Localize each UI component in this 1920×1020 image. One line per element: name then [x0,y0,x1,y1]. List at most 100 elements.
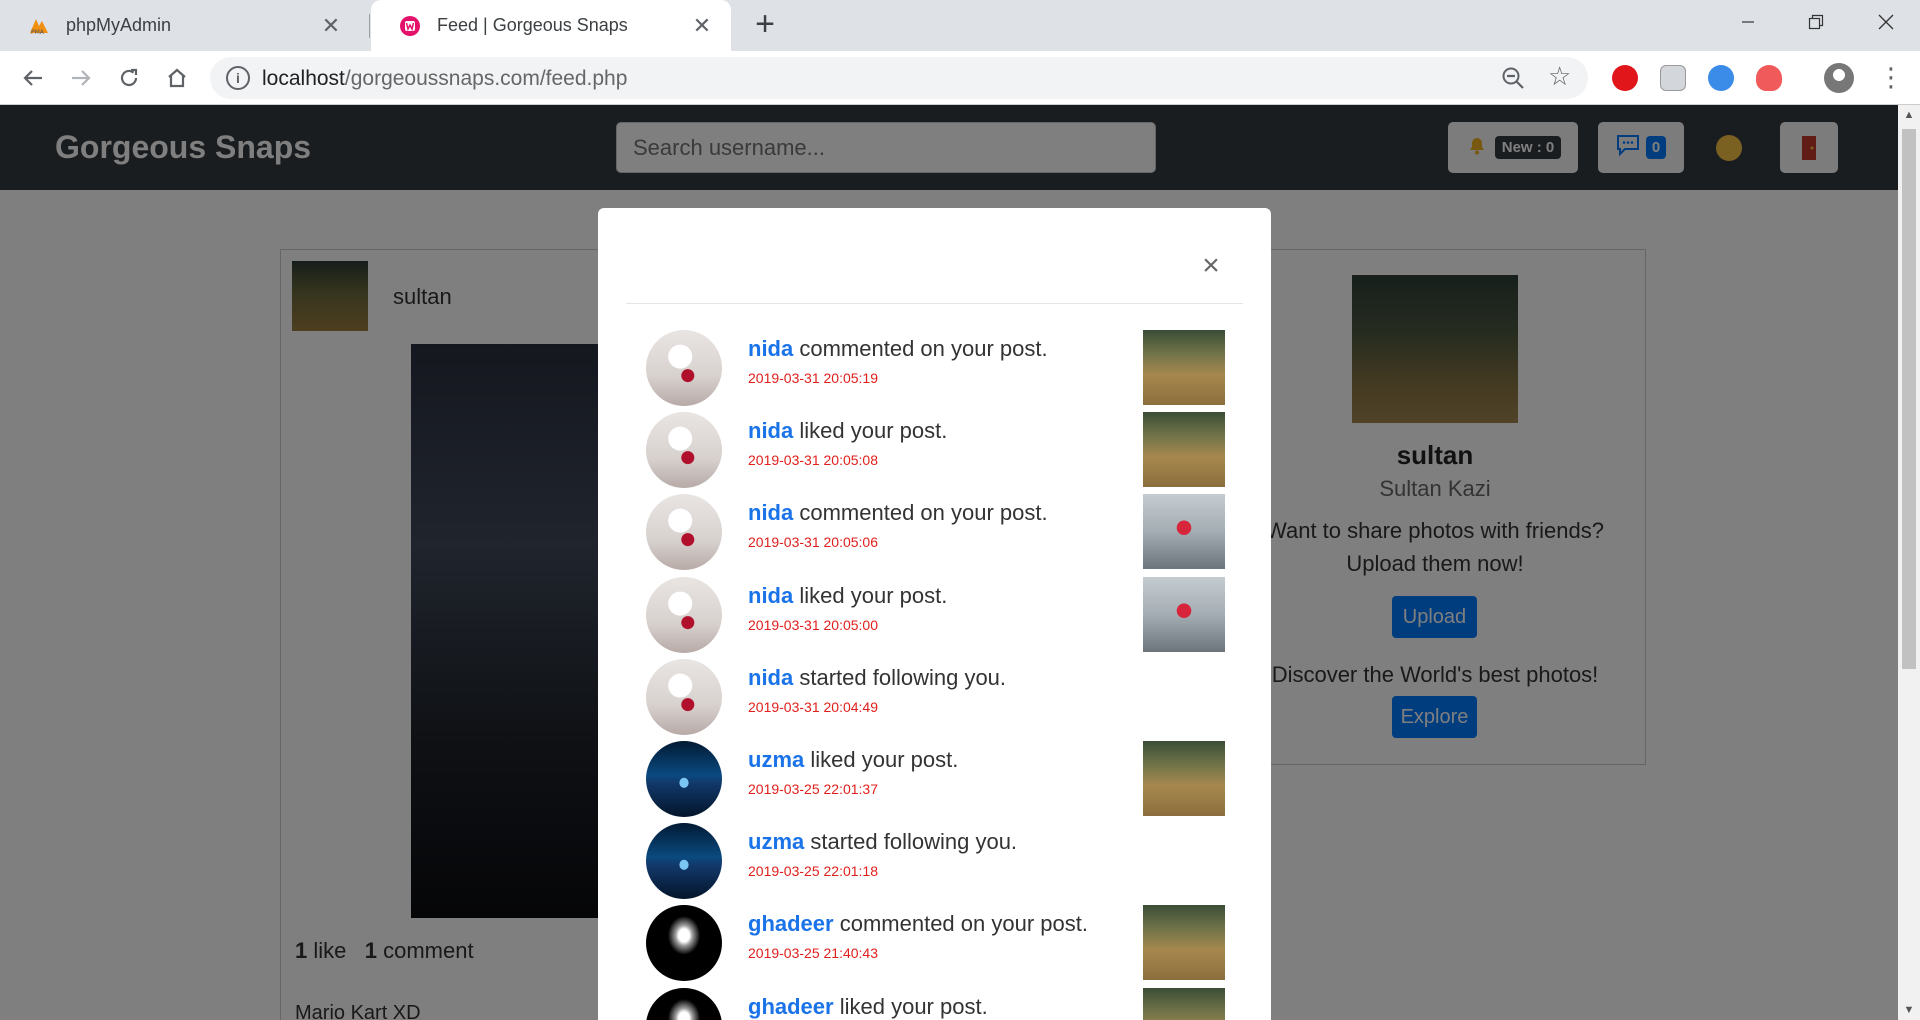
notification-avatar[interactable] [646,987,722,1020]
notification-username[interactable]: nida [748,336,793,361]
bookmark-star-icon[interactable]: ☆ [1548,61,1571,92]
notification-item[interactable]: nida commented on your post. 2019-03-31 2… [646,494,1246,571]
browser-menu-icon[interactable]: ⋮ [1878,63,1904,91]
notification-username[interactable]: nida [748,500,793,525]
tab-separator [369,14,370,38]
scroll-up-arrow-icon[interactable]: ▲ [1898,105,1920,125]
browser-toolbar: i localhost/gorgeoussnaps.com/feed.php ☆… [0,51,1920,105]
notification-text: nida commented on your post. [748,336,1048,362]
home-icon [168,68,186,88]
notification-text: nida liked your post. [748,583,947,609]
notification-username[interactable]: uzma [748,747,804,772]
notification-post-thumbnail[interactable] [1143,330,1225,405]
back-arrow-icon [23,70,42,86]
tab-title: Feed | Gorgeous Snaps [437,15,628,35]
info-icon[interactable]: i [226,66,250,90]
notification-avatar[interactable] [646,576,722,653]
notification-action: started following you. [799,664,1007,690]
notification-avatar[interactable] [646,330,722,406]
profile-avatar[interactable] [1824,63,1854,93]
notification-action: commented on your post. [799,336,1048,361]
globe-extension-icon[interactable] [1708,65,1734,91]
cube-extension-icon[interactable] [1660,65,1686,91]
url-text[interactable]: localhost/gorgeoussnaps.com/feed.php [262,67,627,91]
notification-item[interactable]: ghadeer commented on your post. 2019-03-2… [646,905,1246,982]
tab-title: phpMyAdmin [66,15,172,35]
notification-username[interactable]: ghadeer [748,994,834,1019]
notification-post-thumbnail[interactable] [1143,412,1225,488]
notification-time: 2019-03-25 22:01:37 [748,781,878,797]
close-tab-icon[interactable]: ✕ [691,13,713,39]
notification-avatar[interactable] [646,412,722,489]
notification-item[interactable]: nida commented on your post. 2019-03-31 2… [646,330,1246,406]
shield-extension-icon[interactable] [1756,65,1782,91]
forward-button[interactable] [64,61,98,95]
notification-item[interactable]: nida started following you. 2019-03-31 20… [646,658,1246,735]
restore-button[interactable] [1782,0,1850,44]
adblock-extension-icon[interactable] [1612,65,1638,91]
notification-text: nida commented on your post. [748,500,1048,526]
close-tab-icon[interactable]: ✕ [320,13,342,39]
close-window-button[interactable] [1852,0,1920,44]
svg-text:PMA: PMA [31,29,45,35]
url-path: /gorgeoussnaps.com/feed.php [344,67,628,90]
minimize-button[interactable] [1714,0,1782,44]
forward-arrow-icon [72,70,91,86]
notification-item[interactable]: ghadeer liked your post. [646,987,1246,1020]
tab-feed[interactable]: Feed | Gorgeous Snaps ✕ [371,0,731,51]
phpmyadmin-icon: PMA [28,15,50,37]
notification-action: liked your post. [810,747,959,772]
home-button[interactable] [160,61,194,95]
notification-time: 2019-03-31 20:05:06 [748,534,878,551]
modal-close-button[interactable]: × [1196,251,1226,282]
notification-time: 2019-03-31 20:04:49 [748,698,878,715]
close-icon [1878,14,1894,30]
notification-username[interactable]: nida [748,583,793,608]
notification-item[interactable]: uzma started following you. 2019-03-25 22… [646,823,1246,900]
notification-avatar[interactable] [646,658,722,735]
notification-avatar[interactable] [646,494,722,571]
notification-username[interactable]: nida [748,418,793,443]
notification-item[interactable]: nida liked your post. 2019-03-31 20:05:00 [646,576,1246,653]
notification-text: ghadeer commented on your post. [748,911,1088,937]
new-tab-button[interactable]: + [748,7,782,42]
notification-time: 2019-03-31 20:05:19 [748,370,878,386]
notification-action: commented on your post. [799,500,1048,526]
notification-action: liked your post. [799,418,948,444]
page-scrollbar[interactable]: ▲ ▼ [1898,105,1920,1020]
notification-username[interactable]: nida [748,665,793,690]
notification-post-thumbnail[interactable] [1143,576,1225,652]
notification-post-thumbnail[interactable] [1143,987,1225,1020]
browser-tab-bar: PMA phpMyAdmin ✕ Feed | Gorgeous Snaps ✕… [0,0,1920,51]
tab-phpmyadmin[interactable]: PMA phpMyAdmin ✕ [0,0,360,51]
wamp-icon [399,15,421,37]
notification-time: 2019-03-25 21:40:43 [748,945,878,962]
notification-post-thumbnail[interactable] [1143,494,1225,570]
notification-item[interactable]: uzma liked your post. 2019-03-25 22:01:37 [646,741,1246,817]
zoom-out-icon[interactable] [1500,65,1526,91]
reload-icon [120,68,138,87]
modal-divider [626,303,1243,304]
notification-text: uzma liked your post. [748,747,958,773]
notification-avatar[interactable] [646,905,722,982]
notification-username[interactable]: uzma [748,829,804,854]
notification-action: liked your post. [839,993,988,1019]
url-host: localhost [262,67,345,90]
address-bar[interactable]: i localhost/gorgeoussnaps.com/feed.php ☆ [210,57,1588,99]
notification-item[interactable]: nida liked your post. 2019-03-31 20:05:08 [646,412,1246,489]
notification-avatar[interactable] [646,741,722,817]
notifications-modal: × nida commented on your post. 2019-03-31… [598,208,1271,1020]
restore-icon [1808,14,1824,30]
notification-text: nida started following you. [748,665,1006,691]
reload-button[interactable] [112,61,146,95]
notification-action: liked your post. [799,582,948,608]
back-button[interactable] [16,61,50,95]
notification-post-thumbnail[interactable] [1143,905,1225,981]
notification-time: 2019-03-31 20:05:00 [748,616,878,633]
scrollbar-thumb[interactable] [1902,129,1916,669]
notification-text: nida liked your post. [748,418,947,444]
notification-username[interactable]: ghadeer [748,911,834,936]
scroll-down-arrow-icon[interactable]: ▼ [1898,1000,1920,1020]
notification-post-thumbnail[interactable] [1143,741,1225,816]
notification-avatar[interactable] [646,823,722,900]
